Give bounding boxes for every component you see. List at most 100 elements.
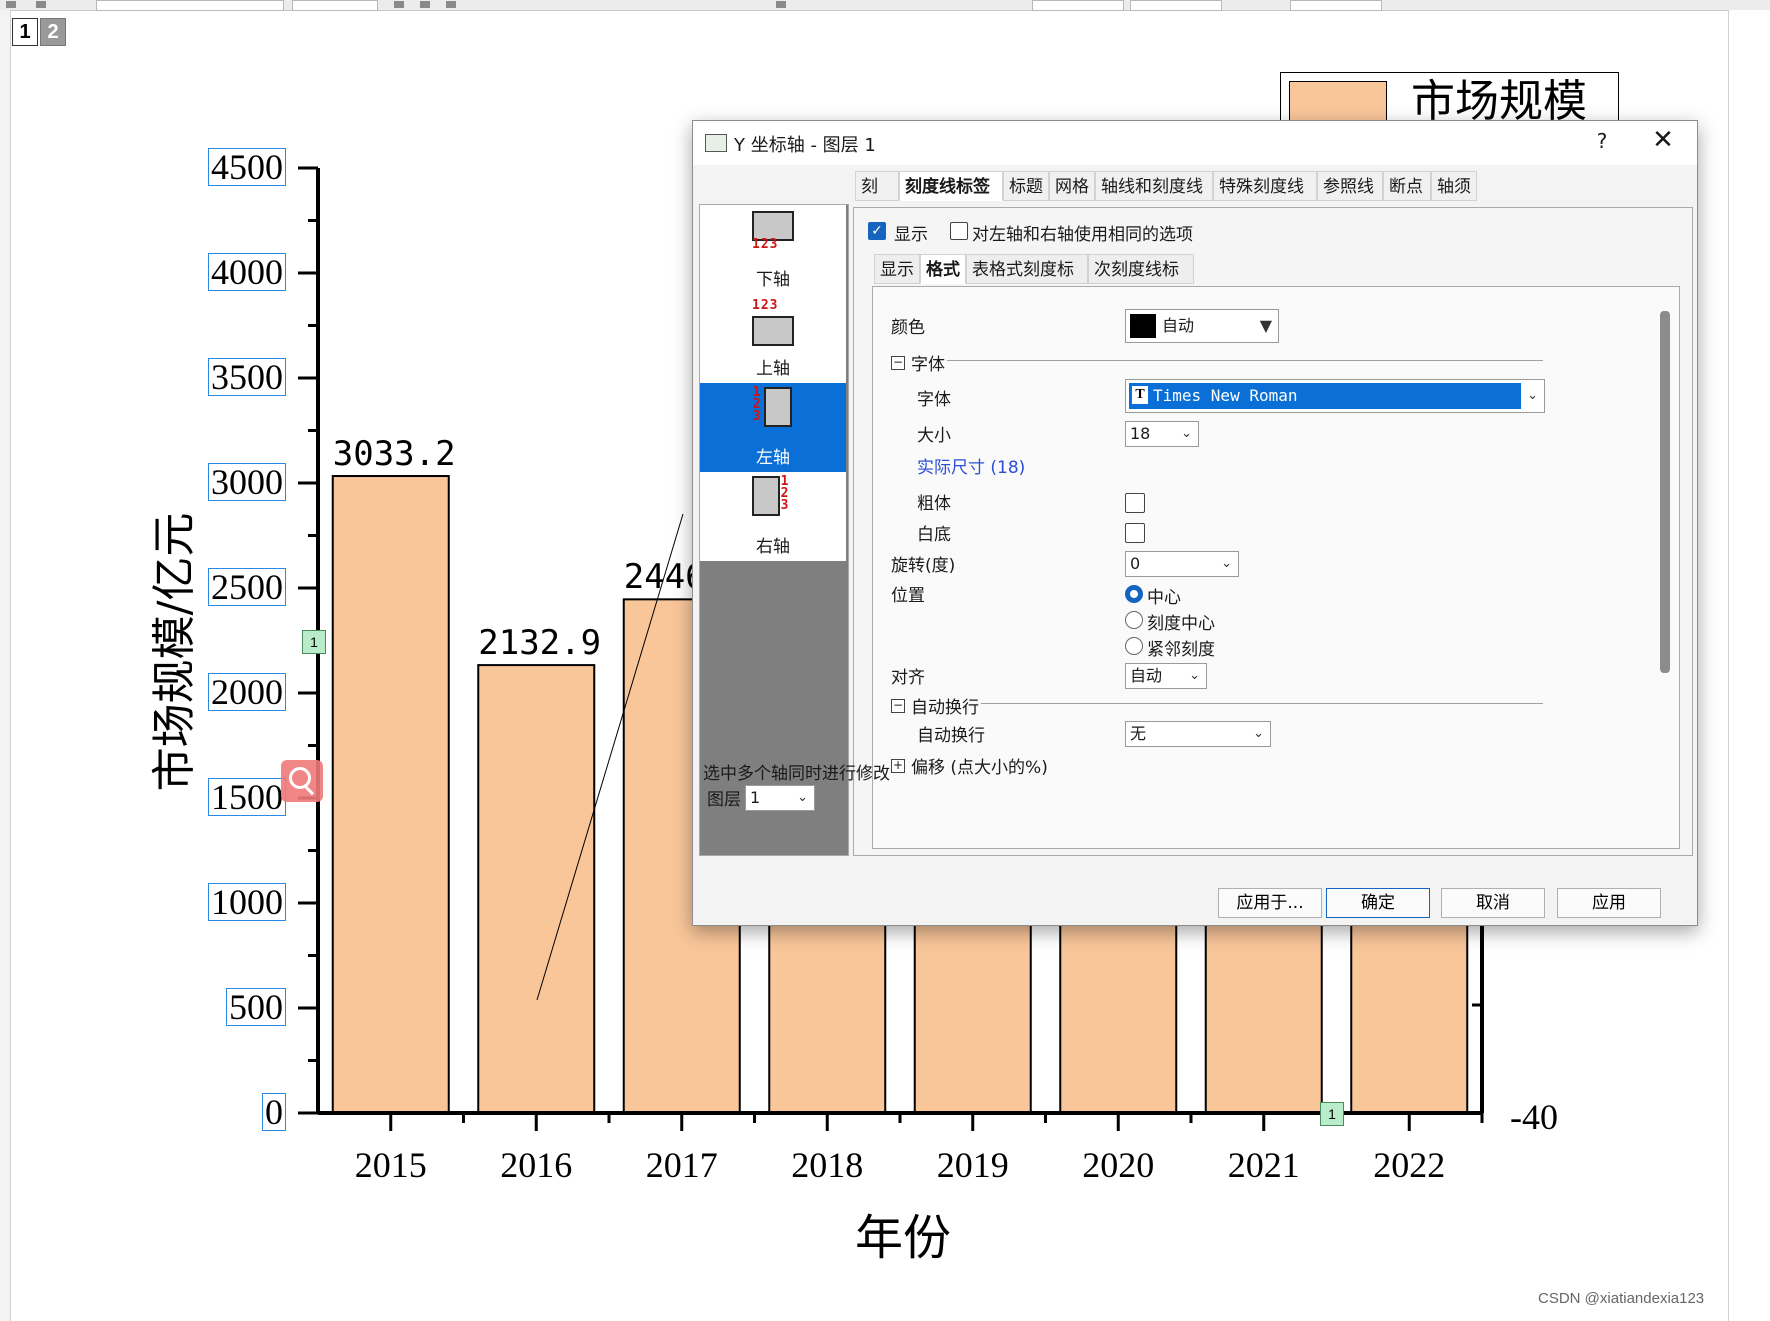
y-axis-dialog: Y 坐标轴 - 图层 1 ? ✕ 刻度 刻度线标签 标题 网格 轴线和刻度线 特… xyxy=(692,120,1698,926)
font-combo[interactable]: Times New Roman T ⌄ xyxy=(1125,379,1545,413)
x-tick-label: 2015 xyxy=(354,1145,427,1185)
align-combo[interactable]: 自动 ⌄ xyxy=(1125,663,1207,689)
tab-scale[interactable]: 刻度 xyxy=(855,171,899,227)
y-tick-label[interactable]: 4500 xyxy=(208,148,286,186)
rotation-value: 0 xyxy=(1130,554,1141,573)
wrap-section-label: 自动换行 xyxy=(911,698,979,718)
color-value: 自动 xyxy=(1162,316,1195,335)
white-bg-checkbox[interactable] xyxy=(1125,523,1145,543)
axis-label: 下轴 xyxy=(756,270,790,290)
axis-item-right[interactable]: 1 2 3 右轴 xyxy=(700,472,846,561)
help-button[interactable]: ? xyxy=(1587,129,1617,153)
apply-to-button[interactable]: 应用于... xyxy=(1218,888,1322,918)
wrap-label: 自动换行 xyxy=(917,726,985,746)
x-tick-label: 2020 xyxy=(1082,1145,1155,1185)
subtab-display[interactable]: 显示 xyxy=(874,254,920,284)
show-checkbox[interactable]: ✓ xyxy=(868,222,886,240)
axis-item-left[interactable]: 1 2 3 左轴 xyxy=(700,383,846,472)
bar[interactable] xyxy=(477,664,596,1114)
cancel-button[interactable]: 取消 xyxy=(1441,888,1545,918)
tab-special-ticks[interactable]: 特殊刻度线 xyxy=(1213,171,1317,201)
position-center-radio[interactable] xyxy=(1125,585,1143,603)
bold-checkbox[interactable] xyxy=(1125,493,1145,513)
section-divider xyxy=(981,703,1543,704)
position-label: 位置 xyxy=(891,586,925,606)
layer-combo[interactable]: 1 ⌄ xyxy=(745,785,815,811)
font-section-label: 字体 xyxy=(911,355,945,375)
size-value: 18 xyxy=(1130,424,1151,443)
axis-numbers: 1 2 3 xyxy=(780,474,790,513)
chevron-down-icon: ⌄ xyxy=(1253,726,1264,741)
layer-marker[interactable]: 1 xyxy=(302,630,326,654)
rotation-combo[interactable]: 0 ⌄ xyxy=(1125,551,1239,577)
color-label: 颜色 xyxy=(891,318,925,338)
y-tick-label[interactable]: 2000 xyxy=(208,673,286,711)
rotation-label: 旋转(度) xyxy=(891,556,956,576)
y-tick-label[interactable]: 2500 xyxy=(208,568,286,606)
chevron-down-icon: ⌄ xyxy=(1527,388,1538,403)
position-option: 刻度中心 xyxy=(1147,614,1215,634)
align-label: 对齐 xyxy=(891,668,925,688)
axis-label: 上轴 xyxy=(756,359,790,379)
y-axis-title: 市场规模/亿元 xyxy=(149,512,200,792)
actual-size-link[interactable]: 实际尺寸 (18) xyxy=(917,453,1025,478)
axis-item-top[interactable]: 123 上轴 xyxy=(700,294,846,383)
tab-title[interactable]: 标题 xyxy=(1003,171,1049,201)
dialog-title: Y 坐标轴 - 图层 1 xyxy=(734,135,876,156)
position-option: 紧邻刻度 xyxy=(1147,640,1215,660)
y-tick-label[interactable]: 500 xyxy=(226,988,286,1026)
axis-label: 左轴 xyxy=(756,448,790,468)
tab-rug[interactable]: 轴须 xyxy=(1431,171,1477,201)
panel-scrollbar[interactable] xyxy=(1660,311,1670,673)
dialog-titlebar[interactable]: Y 坐标轴 - 图层 1 ? ✕ xyxy=(693,121,1697,165)
color-combo[interactable]: 自动 ▼ xyxy=(1125,309,1279,343)
subtab-format[interactable]: 格式 xyxy=(920,254,966,284)
y-tick-label[interactable]: 3000 xyxy=(208,463,286,501)
x-tick-label: 2022 xyxy=(1373,1145,1446,1185)
magnifier-handle xyxy=(304,786,315,796)
same-options-checkbox[interactable] xyxy=(950,222,968,240)
section-divider xyxy=(947,360,1543,361)
x-tick-label: 2017 xyxy=(645,1145,718,1185)
x-axis-title: 年份 xyxy=(855,1210,952,1266)
wrap-combo[interactable]: 无 ⌄ xyxy=(1125,721,1271,747)
y-tick-label[interactable]: 4000 xyxy=(208,253,286,291)
right-axis-icon xyxy=(752,476,780,516)
x-tick-label: 2019 xyxy=(936,1145,1009,1185)
watermark: CSDN @xiatiandexia123 xyxy=(1538,1290,1705,1307)
axis-item-bottom[interactable]: 123 下轴 xyxy=(700,205,846,294)
tab-tick-labels[interactable]: 刻度线标签 xyxy=(899,171,1003,201)
y-tick-label[interactable]: 1000 xyxy=(208,883,286,921)
subtab-minor-labels[interactable]: 次刻度线标签 xyxy=(1088,254,1194,310)
collapse-icon[interactable]: − xyxy=(891,356,905,370)
y-tick-label[interactable]: 1500 xyxy=(208,778,286,816)
ok-button[interactable]: 确定 xyxy=(1326,888,1430,918)
layer-marker[interactable]: 1 xyxy=(1320,1102,1344,1126)
format-subtabs: 显示 格式 表格式刻度标签 次刻度线标签 xyxy=(874,254,1274,310)
white-bg-label: 白底 xyxy=(917,525,951,545)
bold-label: 粗体 xyxy=(917,494,951,514)
x-tick-label: 2016 xyxy=(500,1145,573,1185)
tick-label-panel: ✓ 显示 对左轴和右轴使用相同的选项 显示 格式 表格式刻度标签 次刻度线标签 … xyxy=(853,207,1693,856)
top-axis-icon xyxy=(752,316,794,346)
position-tick-center-radio[interactable] xyxy=(1125,611,1143,629)
axis-numbers: 1 2 3 xyxy=(752,385,762,424)
bar[interactable] xyxy=(331,475,450,1114)
tab-breaks[interactable]: 断点 xyxy=(1383,171,1431,201)
font-value: Times New Roman xyxy=(1129,383,1521,409)
magnifier-button[interactable] xyxy=(281,760,323,802)
apply-button[interactable]: 应用 xyxy=(1557,888,1661,918)
close-button[interactable]: ✕ xyxy=(1648,125,1678,155)
format-properties: 颜色 自动 ▼ − 字体 字体 Times New Roman T ⌄ 大小 1… xyxy=(872,286,1680,849)
collapse-icon[interactable]: − xyxy=(891,699,905,713)
tab-reference-lines[interactable]: 参照线 xyxy=(1317,171,1383,201)
position-next-to-tick-radio[interactable] xyxy=(1125,637,1143,655)
y-tick-label[interactable]: 0 xyxy=(262,1093,286,1131)
chevron-down-icon: ⌄ xyxy=(1181,426,1192,441)
size-combo[interactable]: 18 ⌄ xyxy=(1125,421,1199,447)
expand-icon[interactable]: + xyxy=(891,759,905,773)
tab-grid[interactable]: 网格 xyxy=(1049,171,1095,201)
y-tick-label[interactable]: 3500 xyxy=(208,358,286,396)
tab-line-ticks[interactable]: 轴线和刻度线 xyxy=(1095,171,1213,201)
subtab-table-labels[interactable]: 表格式刻度标签 xyxy=(966,254,1088,310)
